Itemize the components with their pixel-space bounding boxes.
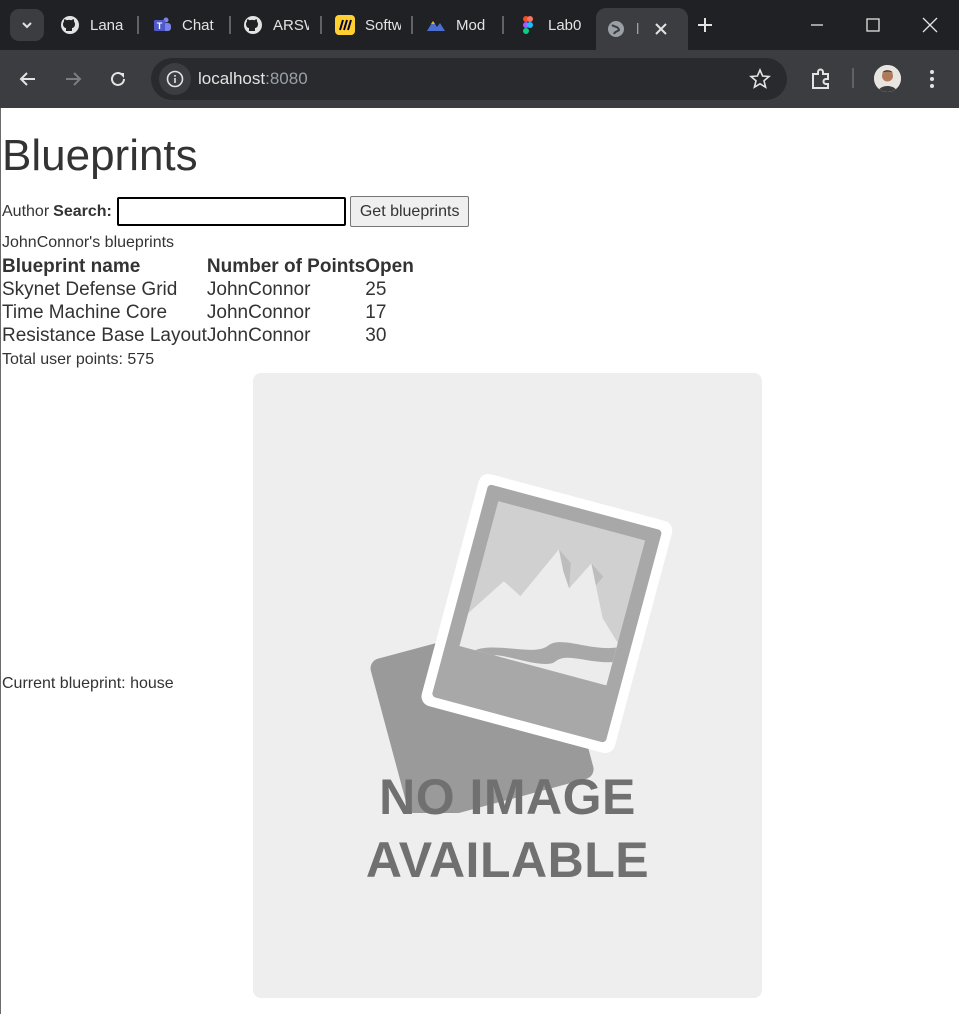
author-search-form: Author Search: Get blueprints	[2, 196, 470, 227]
info-icon	[166, 70, 184, 88]
tab-chat[interactable]: T Chat	[152, 8, 218, 42]
url-host: localhost	[198, 69, 266, 88]
arrow-left-icon	[19, 72, 35, 86]
tab-mod[interactable]: Mod	[426, 8, 492, 42]
close-window-button[interactable]	[915, 10, 945, 40]
tab-arsw[interactable]: ARSW	[243, 8, 309, 42]
tab-lab0[interactable]: Lab0	[518, 8, 584, 42]
site-info-button[interactable]	[159, 63, 191, 95]
back-button[interactable]	[12, 63, 44, 95]
minimize-icon	[811, 24, 823, 26]
plus-icon	[698, 18, 712, 32]
tab-separator	[137, 16, 139, 34]
tab-separator	[411, 16, 413, 34]
miro-icon	[335, 15, 355, 35]
github-icon	[60, 15, 80, 35]
table-row: Time Machine Core JohnConnor 17	[2, 301, 414, 324]
github-icon	[243, 15, 263, 35]
profile-avatar[interactable]	[874, 65, 901, 92]
cell-blueprint-name: Skynet Defense Grid	[2, 278, 178, 300]
forward-button[interactable]	[57, 63, 89, 95]
maximize-icon	[866, 18, 880, 32]
search-label-author: Author	[2, 202, 50, 220]
globe-icon	[606, 19, 626, 39]
no-image-placeholder: NO IMAGE AVAILABLE	[253, 373, 762, 998]
tab-label: Mod	[456, 16, 486, 34]
author-search-input[interactable]	[116, 197, 346, 226]
tab-separator	[320, 16, 322, 34]
current-blueprint-label: Current blueprint: house	[2, 675, 174, 692]
cell-blueprint-name: Resistance Base Layout	[2, 324, 207, 346]
tab-active[interactable]: l	[596, 8, 688, 50]
mountain-icon	[426, 15, 446, 35]
blueprints-table: Blueprint name Number of Points Open Sky…	[2, 255, 414, 347]
cell-author: JohnConnor	[206, 324, 311, 346]
col-header-blueprint-name: Blueprint name	[2, 255, 141, 277]
tab-softw[interactable]: Softw	[335, 8, 401, 42]
teams-icon: T	[152, 15, 172, 35]
figma-icon	[518, 15, 538, 35]
extensions-icon[interactable]	[808, 66, 834, 92]
reload-icon	[111, 71, 125, 86]
no-image-text-line2: AVAILABLE	[365, 832, 650, 888]
close-icon	[922, 17, 938, 33]
tab-label: Softw	[365, 16, 401, 34]
page-title: Blueprints	[2, 131, 198, 180]
owner-heading: JohnConnor's blueprints	[2, 234, 175, 251]
maximize-button[interactable]	[858, 10, 888, 40]
reload-button[interactable]	[102, 63, 134, 95]
col-header-open: Open	[365, 255, 414, 277]
chevron-down-icon	[22, 22, 32, 29]
bookmark-star-icon[interactable]	[749, 67, 771, 90]
cell-points: 25	[365, 278, 387, 300]
table-row: Skynet Defense Grid JohnConnor 25	[2, 278, 414, 301]
arrow-right-icon	[66, 72, 82, 86]
tab-label: Lana	[90, 16, 124, 34]
tab-search-button[interactable]	[10, 9, 44, 41]
menu-kebab-icon[interactable]	[922, 66, 942, 92]
close-tab-icon[interactable]	[654, 22, 668, 36]
tab-separator	[502, 16, 504, 34]
toolbar-divider	[852, 68, 854, 88]
search-label-bold: Search:	[53, 202, 112, 220]
minimize-button[interactable]	[802, 10, 832, 40]
cell-points: 17	[365, 301, 387, 323]
url-text: localhost:8080	[198, 69, 308, 89]
cell-blueprint-name: Time Machine Core	[2, 301, 168, 323]
tab-label: Lab0	[548, 16, 582, 34]
table-header-row: Blueprint name Number of Points Open	[2, 255, 414, 278]
new-tab-button[interactable]	[692, 12, 718, 38]
tab-lana[interactable]: Lana	[60, 8, 126, 42]
tab-label: l	[636, 20, 640, 38]
table-row: Resistance Base Layout JohnConnor 30	[2, 324, 414, 347]
svg-text:T: T	[157, 21, 163, 31]
cell-author: JohnConnor	[206, 278, 311, 300]
cell-points: 30	[365, 324, 387, 346]
browser-toolbar: localhost:8080	[0, 50, 959, 108]
cell-author: JohnConnor	[206, 301, 311, 323]
tab-label: Chat	[182, 16, 214, 34]
url-port: :8080	[265, 69, 308, 88]
total-user-points: Total user points: 575	[2, 351, 155, 368]
page-viewport: Blueprints Author Search: Get blueprints…	[0, 108, 959, 1014]
browser-tab-strip: Lana T Chat ARSW Softw Mod Lab0	[0, 0, 959, 50]
photo-placeholder-icon	[370, 473, 673, 813]
no-image-text-line1: NO IMAGE	[379, 769, 636, 825]
tab-label: ARSW	[273, 16, 309, 34]
address-bar[interactable]: localhost:8080	[151, 58, 787, 100]
col-header-number-of-points: Number of Points	[206, 255, 366, 277]
tab-separator	[229, 16, 231, 34]
get-blueprints-button[interactable]: Get blueprints	[349, 196, 470, 227]
